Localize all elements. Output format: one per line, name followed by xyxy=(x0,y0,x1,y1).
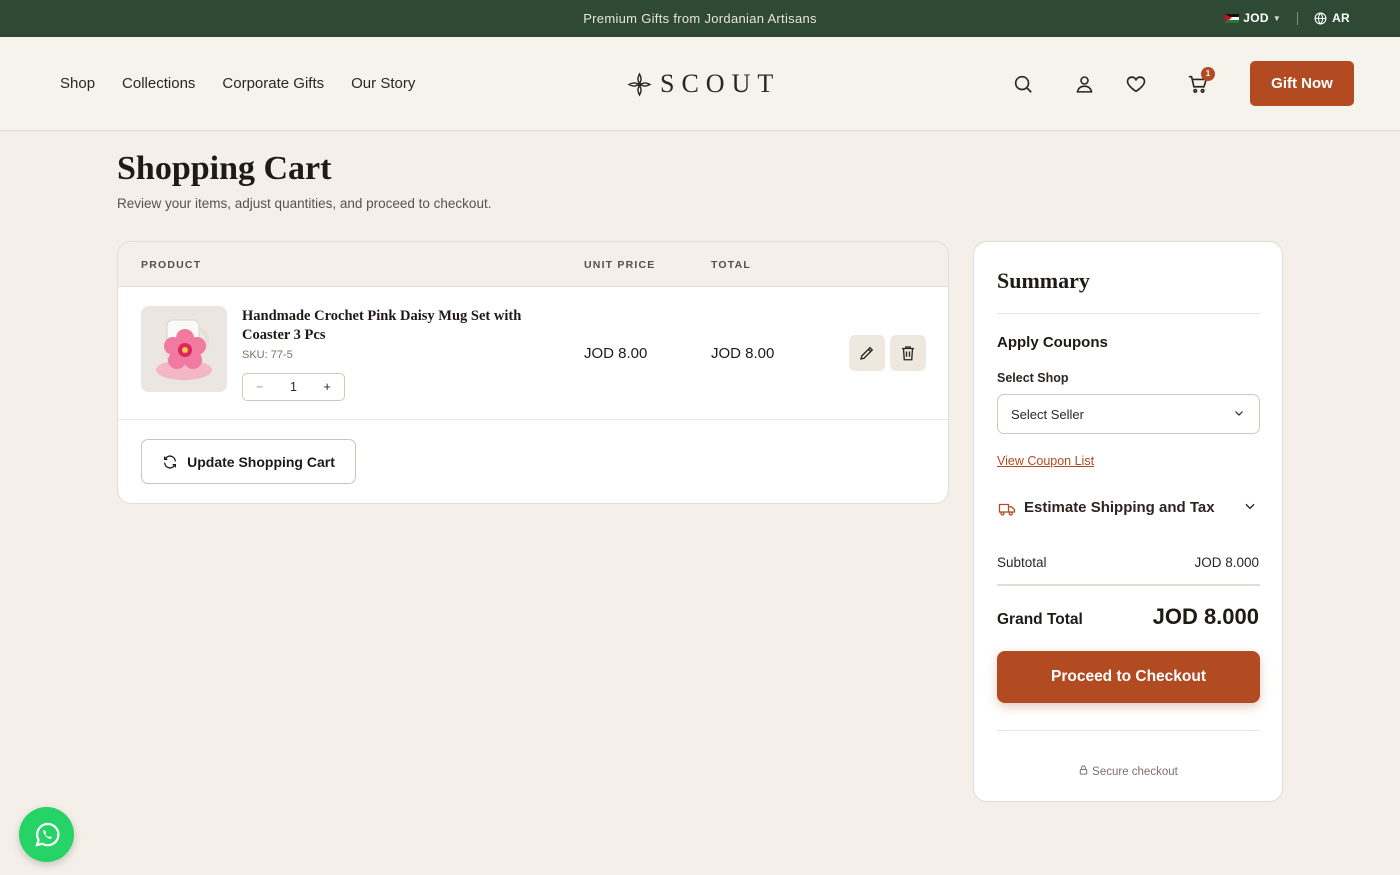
trash-icon xyxy=(902,346,914,361)
cart-table-header: PRODUCT UNIT PRICE TOTAL xyxy=(118,242,948,287)
cart-item-row: Handmade Crochet Pink Daisy Mug Set with… xyxy=(118,287,948,420)
announcement-message: Premium Gifts from Jordanian Artisans xyxy=(583,11,817,26)
language-selector[interactable]: AR xyxy=(1314,11,1350,25)
product-thumbnail[interactable] xyxy=(141,306,227,392)
topbar-controls: JOD ▼ AR xyxy=(1225,11,1350,25)
whatsapp-icon xyxy=(34,822,59,847)
view-coupon-list-link[interactable]: View Coupon List xyxy=(997,454,1094,468)
currency-label: JOD xyxy=(1243,11,1269,25)
pencil-icon xyxy=(860,346,874,360)
column-total: TOTAL xyxy=(711,259,752,271)
column-unit-price: UNIT PRICE xyxy=(584,259,656,271)
language-label: AR xyxy=(1332,11,1350,25)
seller-select-value: Select Seller xyxy=(1011,407,1084,422)
currency-selector[interactable]: JOD ▼ xyxy=(1225,11,1281,25)
seller-select[interactable]: Select Seller xyxy=(997,394,1260,434)
secure-checkout-label: Secure checkout xyxy=(1092,766,1178,778)
remove-item-button[interactable] xyxy=(890,335,926,371)
select-shop-label: Select Shop xyxy=(997,371,1069,385)
truck-icon xyxy=(998,503,1016,516)
logo-flower-icon xyxy=(627,71,652,97)
grand-total-label: Grand Total xyxy=(997,611,1083,628)
coupons-heading: Apply Coupons xyxy=(997,334,1108,351)
account-icon[interactable] xyxy=(1074,73,1098,97)
gift-now-button[interactable]: Gift Now xyxy=(1250,61,1354,106)
nav-collections[interactable]: Collections xyxy=(122,75,195,92)
order-summary: Summary Apply Coupons Select Shop Select… xyxy=(973,241,1283,802)
heart-icon[interactable] xyxy=(1125,73,1149,97)
divider xyxy=(997,313,1260,314)
update-cart-label: Update Shopping Cart xyxy=(187,453,335,470)
proceed-to-checkout-button[interactable]: Proceed to Checkout xyxy=(997,651,1260,703)
whatsapp-chat-button[interactable] xyxy=(19,807,74,862)
nav-shop[interactable]: Shop xyxy=(60,75,95,92)
quantity-stepper: − 1 + xyxy=(242,373,345,401)
chevron-down-icon xyxy=(1245,503,1255,510)
cart-count-badge: 1 xyxy=(1201,67,1215,81)
grand-total-value: JOD 8.000 xyxy=(1152,604,1259,629)
lock-icon xyxy=(1079,765,1088,775)
column-product: PRODUCT xyxy=(141,259,202,271)
divider xyxy=(997,584,1260,586)
site-header: Shop Collections Corporate Gifts Our Sto… xyxy=(0,37,1400,131)
logo-text: SCOUT xyxy=(660,69,781,98)
cart-icon[interactable]: 1 xyxy=(1187,67,1215,97)
search-icon[interactable] xyxy=(1012,73,1036,97)
subtotal-label: Subtotal xyxy=(997,555,1047,570)
chevron-down-icon xyxy=(1235,411,1243,416)
site-logo[interactable]: SCOUT xyxy=(627,69,780,99)
refresh-icon xyxy=(164,454,177,469)
quantity-decrease-button[interactable]: − xyxy=(243,380,277,394)
announcement-bar: Premium Gifts from Jordanian Artisans JO… xyxy=(0,0,1400,37)
chevron-down-icon: ▼ xyxy=(1272,13,1282,23)
main-nav: Shop Collections Corporate Gifts Our Sto… xyxy=(60,75,415,92)
product-name[interactable]: Handmade Crochet Pink Daisy Mug Set with… xyxy=(242,307,562,345)
globe-icon xyxy=(1314,12,1327,24)
divider xyxy=(997,730,1260,731)
unit-price: JOD 8.00 xyxy=(584,345,648,362)
update-cart-button[interactable]: Update Shopping Cart xyxy=(141,439,356,484)
jordan-flag-icon xyxy=(1225,13,1240,23)
summary-title: Summary xyxy=(997,268,1090,293)
quantity-value[interactable]: 1 xyxy=(277,380,311,394)
page-subtitle: Review your items, adjust quantities, an… xyxy=(117,196,492,211)
topbar-divider xyxy=(1297,11,1299,25)
nav-corporate-gifts[interactable]: Corporate Gifts xyxy=(222,75,324,92)
product-sku: SKU: 77-5 xyxy=(242,349,293,361)
nav-our-story[interactable]: Our Story xyxy=(351,75,415,92)
line-total: JOD 8.00 xyxy=(711,345,775,362)
cart-table: PRODUCT UNIT PRICE TOTAL Handmade Croche… xyxy=(117,241,949,504)
edit-item-button[interactable] xyxy=(849,335,885,371)
page-title: Shopping Cart xyxy=(117,150,332,187)
subtotal-value: JOD 8.000 xyxy=(1194,555,1259,570)
quantity-increase-button[interactable]: + xyxy=(310,380,344,394)
secure-checkout-note: Secure checkout xyxy=(974,764,1282,778)
estimate-shipping-label: Estimate Shipping and Tax xyxy=(1024,499,1215,516)
